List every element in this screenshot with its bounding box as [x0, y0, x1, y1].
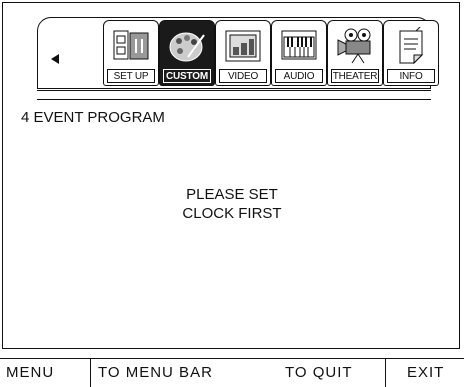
footer-to-menu-bar-label: TO MENU BAR — [98, 364, 213, 381]
footer-bar: MENU TO MENU BAR TO QUIT EXIT — [0, 358, 464, 387]
tab-set-up[interactable]: SET UP — [103, 20, 159, 86]
tab-info[interactable]: INFO — [383, 20, 439, 86]
tv-icon — [225, 30, 261, 62]
tab-label: CUSTOM — [166, 71, 208, 82]
footer-to-quit-label: TO QUIT — [285, 364, 353, 381]
menu-bar-underline — [37, 90, 431, 100]
tab-audio[interactable]: AUDIO — [271, 20, 327, 86]
message-line-2: CLOCK FIRST — [182, 205, 282, 222]
tab-video[interactable]: VIDEO — [215, 20, 271, 86]
tab-label: VIDEO — [227, 71, 259, 82]
footer-divider — [385, 359, 386, 387]
tab-theater[interactable]: THEATER — [327, 20, 383, 86]
keyboard-icon — [281, 30, 317, 60]
outlet-icon — [113, 30, 149, 60]
tab-label: AUDIO — [283, 71, 315, 82]
section-title: 4 EVENT PROGRAM — [21, 109, 165, 126]
footer-menu-label: MENU — [6, 364, 55, 381]
back-arrow-icon[interactable] — [48, 52, 62, 66]
tab-custom[interactable]: CUSTOM — [159, 20, 215, 86]
projector-icon — [337, 28, 371, 64]
tab-label: THEATER — [332, 71, 378, 82]
status-message: PLEASE SET CLOCK FIRST — [0, 185, 464, 223]
tab-label: SET UP — [113, 71, 149, 82]
palette-icon — [169, 32, 205, 62]
footer-divider — [90, 359, 91, 387]
footer-exit-label: EXIT — [407, 364, 445, 381]
tab-label: INFO — [399, 71, 423, 82]
message-line-1: PLEASE SET — [186, 186, 278, 203]
document-icon — [399, 27, 424, 65]
